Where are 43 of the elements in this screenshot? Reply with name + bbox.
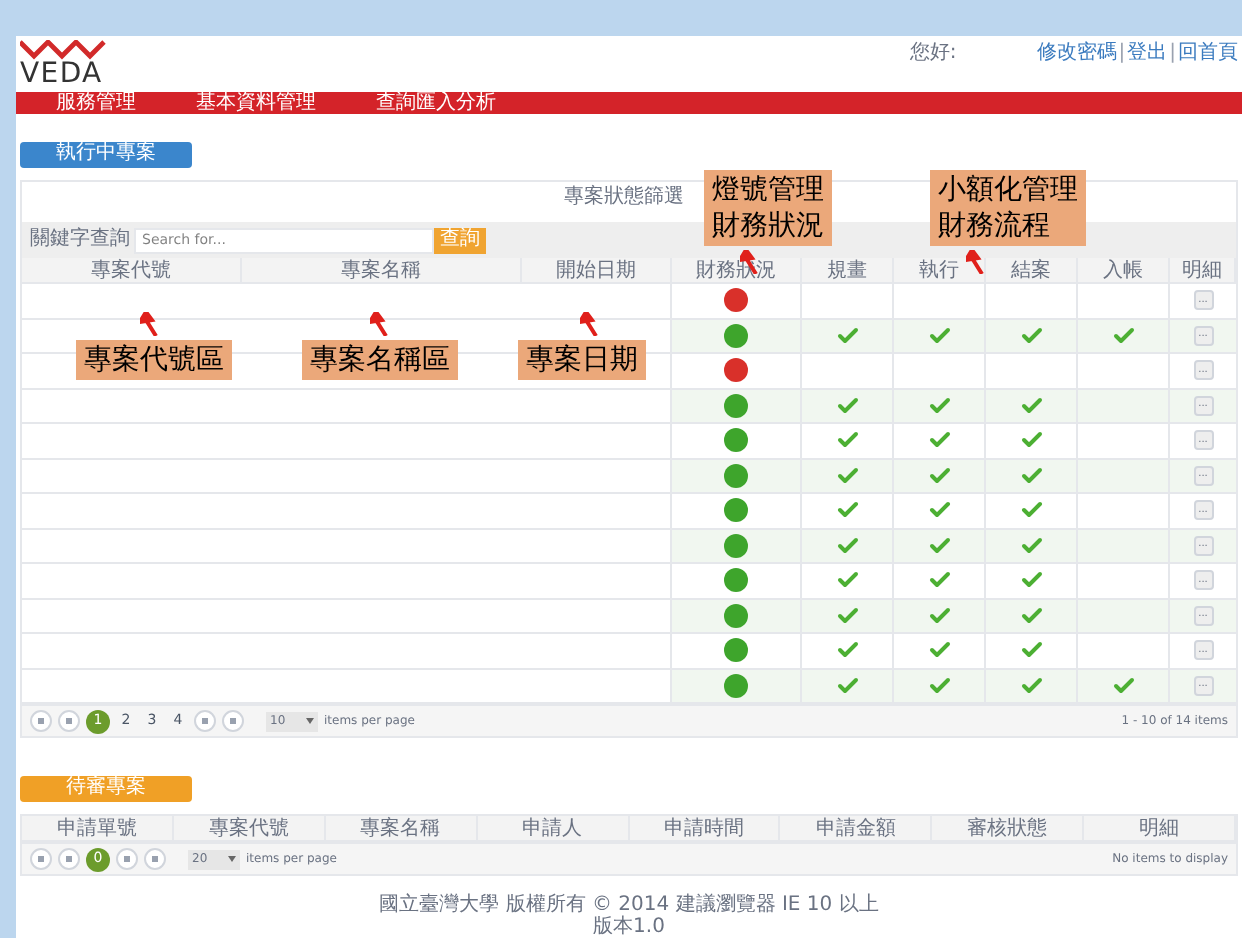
dropdown-caret-icon	[306, 718, 314, 724]
column-header: 規畫	[802, 258, 894, 282]
nav-item[interactable]: 查詢匯入分析	[376, 93, 496, 113]
annotation-text: 燈號管理	[712, 172, 824, 208]
column-header: 專案代號	[173, 816, 326, 840]
pointer-arrow-icon	[140, 312, 160, 336]
pointer-arrow-icon	[966, 250, 986, 274]
column-header: 申請時間	[629, 816, 781, 840]
column-header: 專案名稱	[242, 258, 522, 282]
annotation-text: 小額化管理	[938, 172, 1078, 208]
annotation-text: 財務狀況	[712, 208, 824, 244]
column-header: 審核狀態	[932, 816, 1085, 840]
nav-item[interactable]: 基本資料管理	[196, 93, 316, 113]
column-header: 專案名稱	[325, 816, 478, 840]
pointer-arrow-icon	[580, 312, 600, 336]
nav-item[interactable]: 服務管理	[56, 93, 136, 113]
column-header: 專案代號	[22, 258, 242, 282]
link-separator: |	[1169, 44, 1176, 64]
column-header: 明細	[1170, 258, 1236, 282]
annotation-text: 財務流程	[938, 208, 1052, 244]
link-separator: |	[1118, 44, 1126, 64]
annotation-text: 專案代號區	[84, 342, 224, 378]
header-link[interactable]: 回首頁	[1178, 44, 1238, 64]
column-header: 明細	[1084, 816, 1236, 840]
footer-text: 國立臺灣大學 版權所有 © 2014 建議瀏覽器 IE 10 以上	[379, 896, 879, 916]
logo-text: VEDA	[20, 60, 103, 88]
annotation-text: 專案名稱區	[310, 342, 450, 378]
column-header: 開始日期	[522, 258, 672, 282]
greeting-text: 您好:	[909, 44, 957, 64]
column-header: 入帳	[1078, 258, 1170, 282]
search-label: 關鍵字查詢	[30, 230, 130, 250]
column-header: 申請人	[477, 816, 629, 840]
header-link[interactable]: 修改密碼	[1036, 44, 1117, 64]
annotation-text: 專案日期	[526, 342, 638, 378]
pointer-arrow-icon	[370, 312, 390, 336]
column-header: 申請單號	[22, 816, 174, 840]
header-link[interactable]: 登出	[1127, 44, 1168, 64]
footer-text: 版本1.0	[593, 918, 665, 938]
column-header: 申請金額	[780, 816, 933, 840]
filter-label: 專案狀態篩選	[564, 188, 684, 208]
column-header: 結案	[986, 258, 1078, 282]
section-button[interactable]: 執行中專案	[20, 141, 192, 167]
dropdown-caret-icon	[228, 856, 236, 862]
